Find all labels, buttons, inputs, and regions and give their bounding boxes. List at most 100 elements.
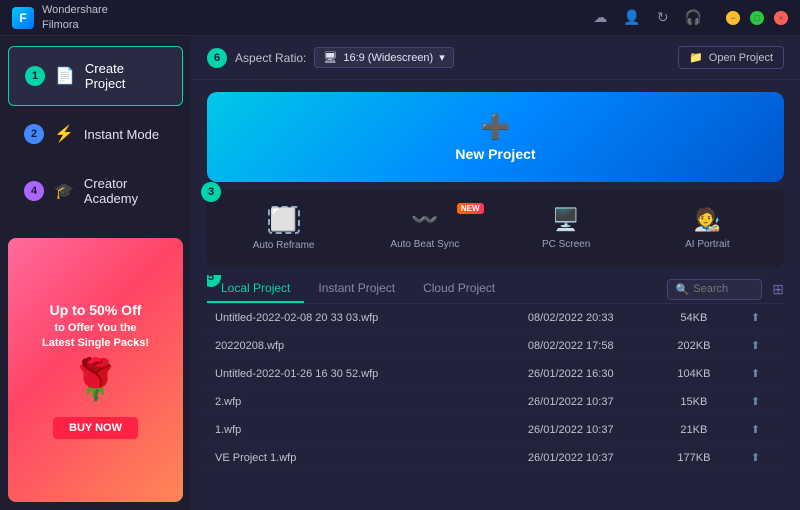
project-date: 26/01/2022 16:30 [489,368,653,380]
sidebar: 1 📄 Create Project 2 ⚡ Instant Mode 4 🎓 … [0,36,191,510]
sidebar-label-create-project: Create Project [85,61,166,91]
project-row[interactable]: VE Project 1.wfp 26/01/2022 10:37 177KB … [207,444,784,472]
new-project-icon: ➕ [481,113,511,142]
project-date: 26/01/2022 10:37 [489,396,653,408]
content-area: 6 Aspect Ratio: 🖥 16:9 (Widescreen) ▾ 📁 … [191,36,800,510]
search-input[interactable] [693,283,753,295]
app-logo: F Wondershare Filmora [12,3,108,32]
project-name: Untitled-2022-02-08 20 33 03.wfp [215,312,489,324]
new-project-area[interactable]: ➕ New Project [207,92,784,182]
sidebar-label-instant-mode: Instant Mode [84,127,159,142]
upload-icon[interactable]: ⬆ [735,395,776,408]
aspect-ratio-label: Aspect Ratio: [235,51,306,65]
ai-portrait-icon: 🧑‍🎨 [694,207,721,233]
tool-auto-reframe[interactable]: ⬜ Auto Reframe [215,200,352,257]
creator-academy-icon: 🎓 [54,181,74,201]
project-name: VE Project 1.wfp [215,452,489,464]
auto-reframe-label: Auto Reframe [253,240,315,251]
project-date: 26/01/2022 10:37 [489,452,653,464]
sidebar-item-instant-mode[interactable]: 2 ⚡ Instant Mode [8,110,183,158]
upload-icon[interactable]: ⬆ [735,451,776,464]
app-name: Wondershare Filmora [42,3,108,32]
search-icon: 🔍 [676,283,690,296]
open-project-button[interactable]: 📁 Open Project [678,46,784,69]
upload-icon[interactable]: ⬆ [735,367,776,380]
project-date: 08/02/2022 20:33 [489,312,653,324]
main-layout: 1 📄 Create Project 2 ⚡ Instant Mode 4 🎓 … [0,36,800,510]
project-size: 54KB [653,312,735,324]
project-row[interactable]: 1.wfp 26/01/2022 10:37 21KB ⬆ [207,416,784,444]
auto-beat-sync-label: Auto Beat Sync [390,239,459,250]
refresh-icon[interactable]: ↻ [657,9,669,26]
pc-screen-label: PC Screen [542,239,590,250]
tab-local-project[interactable]: Local Project [207,275,304,303]
project-name: 1.wfp [215,424,489,436]
project-size: 202KB [653,340,735,352]
sidebar-item-create-project[interactable]: 1 📄 Create Project [8,46,183,106]
maximize-button[interactable]: □ [750,11,764,25]
tool-pc-screen[interactable]: 🖥️ PC Screen [498,201,635,256]
flower-decor: 🌹 [71,356,121,403]
user-icon[interactable]: 👤 [623,9,640,26]
project-size: 21KB [653,424,735,436]
instant-mode-icon: ⚡ [54,124,74,144]
project-date: 08/02/2022 17:58 [489,340,653,352]
project-name: 2.wfp [215,396,489,408]
auto-reframe-icon: ⬜ [268,206,300,234]
create-project-icon: 📄 [55,66,75,86]
auto-beat-sync-icon: 〰️ [411,207,438,233]
project-row[interactable]: 2.wfp 26/01/2022 10:37 15KB ⬆ [207,388,784,416]
headphone-icon[interactable]: 🎧 [685,9,702,26]
upload-icon[interactable]: ⬆ [735,423,776,436]
project-list: Untitled-2022-02-08 20 33 03.wfp 08/02/2… [207,304,784,510]
ad-banner: Up to 50% Off to Offer You the Latest Si… [8,238,183,502]
minimize-button[interactable]: − [726,11,740,25]
tab-cloud-project[interactable]: Cloud Project [409,275,509,303]
project-size: 15KB [653,396,735,408]
upload-icon[interactable]: ⬆ [735,311,776,324]
tools-section: 3 ⬜ Auto Reframe NEW 〰️ Auto Beat Sync 🖥… [207,190,784,267]
titlebar: F Wondershare Filmora ☁ 👤 ↻ 🎧 − □ × [0,0,800,36]
tool-ai-portrait[interactable]: 🧑‍🎨 AI Portrait [639,201,776,256]
sidebar-num-2: 2 [24,124,44,144]
window-controls: − □ × [726,11,788,25]
ai-portrait-label: AI Portrait [685,239,729,250]
project-row[interactable]: 20220208.wfp 08/02/2022 17:58 202KB ⬆ [207,332,784,360]
aspect-ratio-dropdown[interactable]: 🖥 16:9 (Widescreen) ▾ [314,47,453,68]
open-project-label: Open Project [709,52,773,64]
ad-buy-button[interactable]: BUY NOW [53,417,138,439]
cloud-icon[interactable]: ☁ [593,9,607,26]
tab-search: 🔍 ⊞ [667,279,784,300]
folder-icon: 📁 [689,51,703,64]
project-date: 26/01/2022 10:37 [489,424,653,436]
project-row[interactable]: Untitled-2022-01-26 16 30 52.wfp 26/01/2… [207,360,784,388]
tab-instant-project[interactable]: Instant Project [304,275,409,303]
search-box[interactable]: 🔍 [667,279,763,300]
project-size: 104KB [653,368,735,380]
close-button[interactable]: × [774,11,788,25]
project-size: 177KB [653,452,735,464]
titlebar-controls: ☁ 👤 ↻ 🎧 − □ × [593,9,788,26]
project-name: Untitled-2022-01-26 16 30 52.wfp [215,368,489,380]
app-icon: F [12,7,34,29]
upload-icon[interactable]: ⬆ [735,339,776,352]
new-project-label: New Project [455,146,535,162]
aspect-ratio-value: 16:9 (Widescreen) [343,52,433,64]
grid-view-icon[interactable]: ⊞ [772,281,784,298]
tools-num-3: 3 [201,182,221,202]
ad-text: Up to 50% Off to Offer You the Latest Si… [42,301,149,351]
aspect-ratio-section: 6 Aspect Ratio: 🖥 16:9 (Widescreen) ▾ [207,47,454,68]
sidebar-item-creator-academy[interactable]: 4 🎓 Creator Academy [8,162,183,220]
project-section: 5 Local Project Instant Project Cloud Pr… [207,275,784,510]
project-name: 20220208.wfp [215,340,489,352]
sidebar-num-4: 4 [24,181,44,201]
new-badge: NEW [457,203,484,214]
sidebar-label-creator-academy: Creator Academy [84,176,167,206]
chevron-down-icon: ▾ [439,51,445,64]
project-tabs-header: 5 Local Project Instant Project Cloud Pr… [207,275,784,304]
screen-icon: 🖥 [323,51,337,64]
topbar: 6 Aspect Ratio: 🖥 16:9 (Widescreen) ▾ 📁 … [191,36,800,80]
project-row[interactable]: Untitled-2022-02-08 20 33 03.wfp 08/02/2… [207,304,784,332]
topbar-num-6: 6 [207,48,227,68]
tool-auto-beat-sync[interactable]: NEW 〰️ Auto Beat Sync [356,201,493,256]
